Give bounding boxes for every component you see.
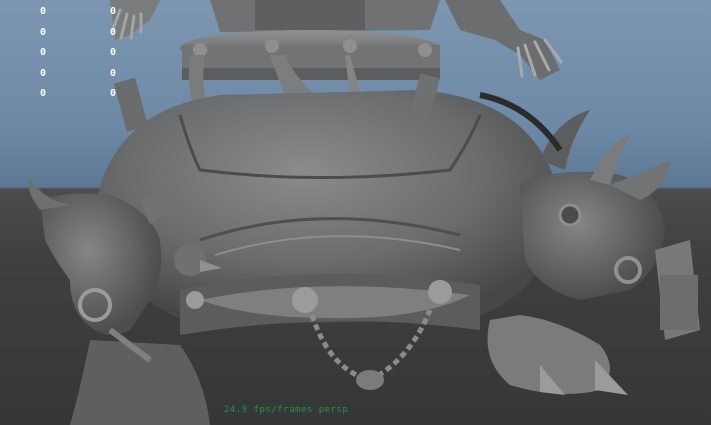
hud-value-left: 0	[40, 26, 47, 38]
hud-value-right: 0	[110, 47, 117, 58]
hud-row: 00	[40, 84, 120, 105]
viewport-status-text: 24.9 fps/frames persp	[224, 405, 349, 415]
hud-row: 00	[40, 64, 120, 85]
hud-value-left: 0	[40, 88, 47, 99]
hud-value-right: 0	[110, 26, 117, 38]
hud-value-right: 0	[110, 67, 117, 79]
hud-row: 00	[40, 43, 120, 64]
hud-readout: 00 00 00 00 00	[40, 2, 120, 105]
3d-viewport[interactable]: 00 00 00 00 00 24.9 fps/frames persp	[0, 0, 711, 425]
hud-value-left: 0	[40, 67, 47, 79]
hud-value-left: 0	[40, 6, 47, 17]
hud-row: 00	[40, 2, 120, 23]
hud-row: 00	[40, 23, 120, 44]
hud-value-right: 0	[110, 6, 117, 17]
hud-value-right: 0	[110, 88, 117, 99]
hud-value-left: 0	[40, 47, 47, 58]
